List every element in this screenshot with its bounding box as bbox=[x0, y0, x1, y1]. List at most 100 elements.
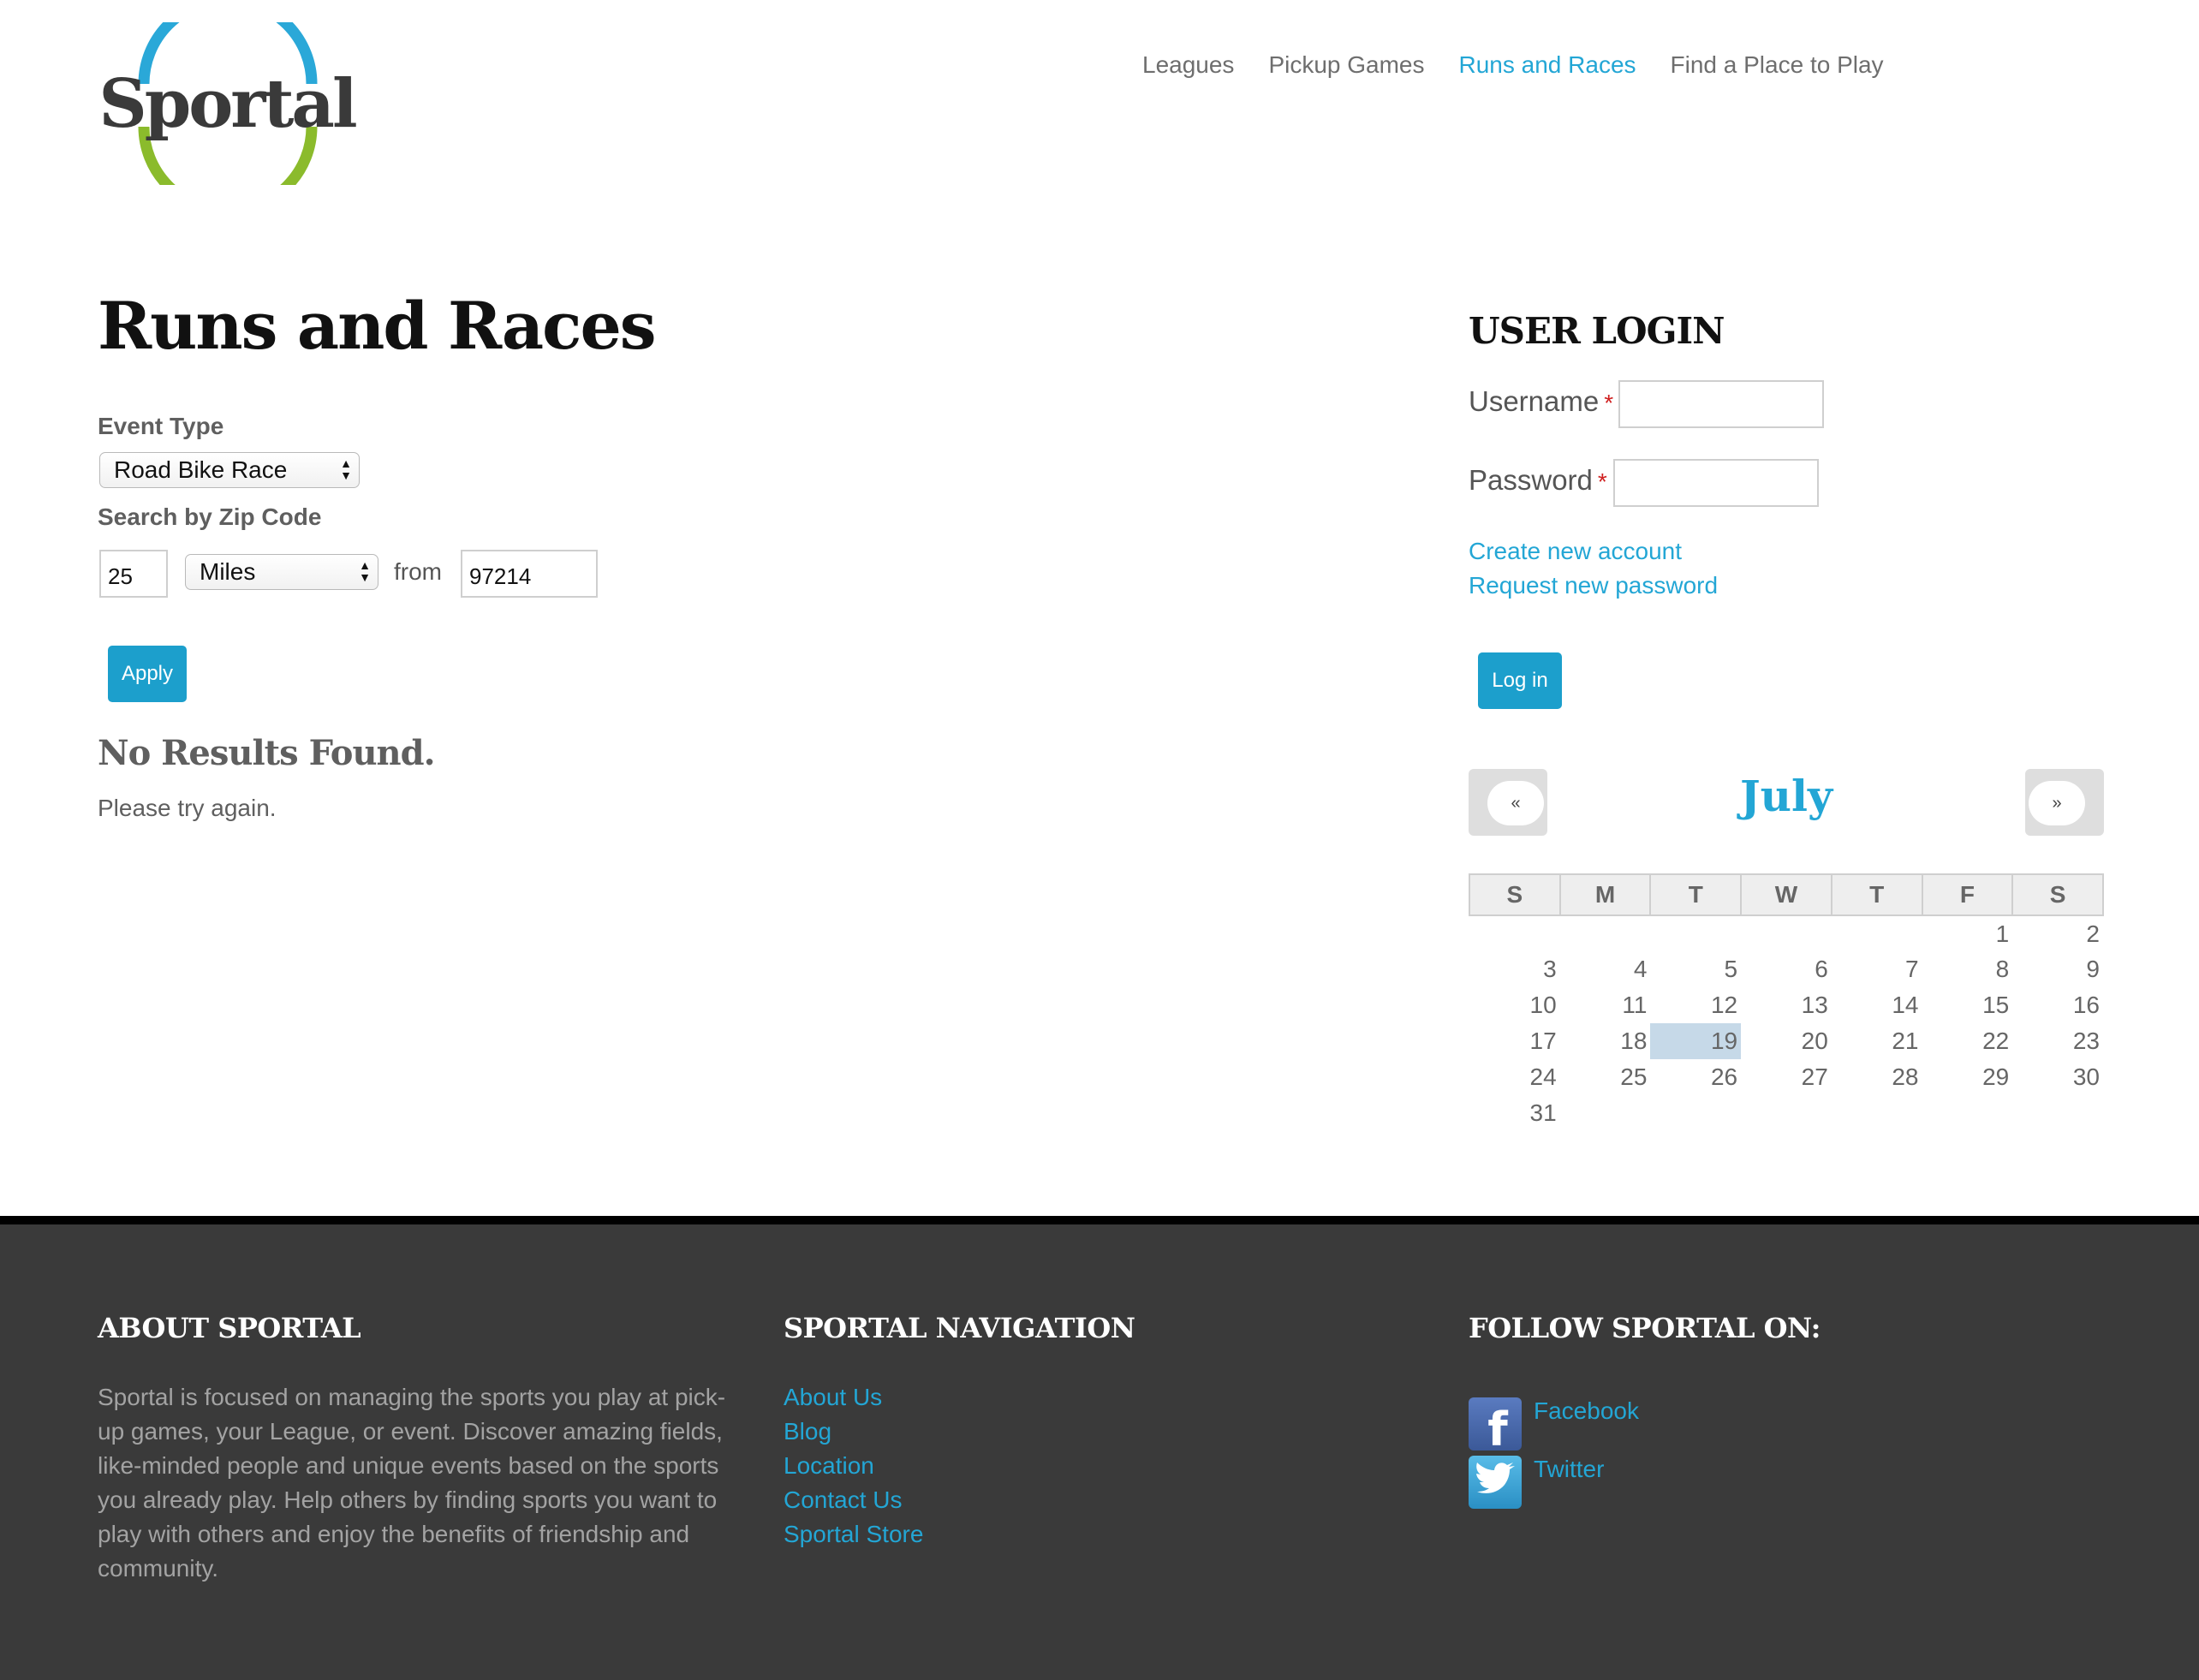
calendar-day[interactable]: 26 bbox=[1650, 1059, 1741, 1095]
about-title: ABOUT SPORTAL bbox=[98, 1312, 361, 1344]
calendar-body: 1 2 3 4 5 6 7 8 9 10 11 12 13 14 15 16 17 18 19 20 21 22 23 24 2… bbox=[1469, 915, 2103, 1131]
unit-select[interactable]: Miles ▲ ▼ bbox=[185, 554, 378, 590]
logo-graphic: Sportal bbox=[98, 22, 356, 185]
about-text: Sportal is focused on managing the sport… bbox=[98, 1384, 726, 1582]
distance-input[interactable]: 25 bbox=[99, 550, 168, 598]
calendar-day[interactable]: 20 bbox=[1741, 1023, 1832, 1059]
distance-value: 25 bbox=[108, 563, 133, 589]
login-button[interactable]: Log in bbox=[1478, 652, 1562, 709]
event-type-select[interactable]: Road Bike Race ▲ ▼ bbox=[99, 452, 360, 488]
calendar-day[interactable]: 12 bbox=[1650, 987, 1741, 1023]
calendar-day[interactable]: 31 bbox=[1469, 1095, 1560, 1131]
calendar-day[interactable]: 22 bbox=[1922, 1023, 2013, 1059]
unit-value: Miles bbox=[200, 558, 256, 585]
calendar-empty-cell bbox=[1832, 1095, 1922, 1131]
calendar-day[interactable]: 17 bbox=[1469, 1023, 1560, 1059]
calendar-day[interactable]: 9 bbox=[2012, 951, 2103, 987]
zip-value: 97214 bbox=[469, 563, 532, 589]
calendar-week-row: 3456789 bbox=[1469, 951, 2103, 987]
calendar-day[interactable]: 21 bbox=[1832, 1023, 1922, 1059]
calendar-week-row: 24 25 26 27 28 29 30 bbox=[1469, 1059, 2103, 1095]
calendar-day[interactable]: 13 bbox=[1741, 987, 1832, 1023]
calendar-day[interactable]: 4 bbox=[1560, 951, 1651, 987]
no-results-title: No Results Found. bbox=[98, 733, 436, 773]
calendar-empty-cell bbox=[1469, 915, 1560, 951]
calendar-empty-cell bbox=[1741, 915, 1832, 951]
calendar-day[interactable]: 8 bbox=[1922, 951, 2013, 987]
username-input[interactable] bbox=[1618, 380, 1824, 428]
calendar-weekdays: S M T W T F S bbox=[1469, 873, 2104, 916]
calendar-day[interactable]: 11 bbox=[1560, 987, 1651, 1023]
zip-search-label: Search by Zip Code bbox=[98, 503, 322, 530]
calendar-empty-cell bbox=[1650, 1095, 1741, 1131]
username-label-text: Username bbox=[1469, 385, 1600, 417]
select-arrows-icon: ▲ ▼ bbox=[340, 456, 352, 482]
create-account-link[interactable]: Create new account bbox=[1469, 538, 1682, 565]
calendar-empty-cell bbox=[1922, 1095, 2013, 1131]
weekday-header: W bbox=[1740, 873, 1832, 916]
footer-link-sportal-store[interactable]: Sportal Store bbox=[784, 1517, 923, 1552]
weekday-header: S bbox=[1469, 873, 1561, 916]
calendar-day[interactable]: 3 bbox=[1469, 951, 1560, 987]
weekday-header: M bbox=[1558, 873, 1652, 916]
nav-runs-and-races[interactable]: Runs and Races bbox=[1459, 51, 1636, 79]
calendar-next-button[interactable]: » bbox=[2025, 769, 2104, 836]
calendar-prev-button[interactable]: « bbox=[1469, 769, 1547, 836]
weekday-header: S bbox=[2011, 873, 2104, 916]
calendar-day[interactable]: 5 bbox=[1650, 951, 1741, 987]
calendar-day[interactable]: 30 bbox=[2012, 1059, 2103, 1095]
nav-leagues[interactable]: Leagues bbox=[1142, 51, 1234, 79]
nav-pickup-games[interactable]: Pickup Games bbox=[1268, 51, 1424, 79]
calendar-month: July bbox=[1739, 771, 1833, 821]
facebook-label: Facebook bbox=[1534, 1397, 1639, 1424]
footer-link-contact-us[interactable]: Contact Us bbox=[784, 1483, 923, 1517]
weekday-header: T bbox=[1649, 873, 1743, 916]
calendar-day[interactable]: 7 bbox=[1832, 951, 1922, 987]
calendar-empty-cell bbox=[1832, 915, 1922, 951]
password-input[interactable] bbox=[1613, 459, 1819, 507]
calendar-day[interactable]: 27 bbox=[1741, 1059, 1832, 1095]
calendar-day[interactable]: 19 bbox=[1650, 1023, 1742, 1059]
facebook-icon: f bbox=[1469, 1397, 1522, 1457]
select-arrows-icon: ▲ ▼ bbox=[359, 558, 371, 584]
password-label: Password * bbox=[1469, 464, 1607, 497]
follow-title: FOLLOW SPORTAL ON: bbox=[1469, 1312, 1821, 1344]
page-title: Runs and Races bbox=[98, 288, 657, 364]
calendar-day[interactable]: 6 bbox=[1741, 951, 1832, 987]
calendar-empty-cell bbox=[2012, 1095, 2103, 1131]
calendar-empty-cell bbox=[1650, 915, 1741, 951]
footer-link-about-us[interactable]: About Us bbox=[784, 1380, 923, 1415]
calendar-day[interactable]: 16 bbox=[2012, 987, 2103, 1023]
next-arrow-icon: » bbox=[2029, 781, 2085, 825]
user-login-title: USER LOGIN bbox=[1469, 310, 1725, 352]
calendar-day[interactable]: 25 bbox=[1560, 1059, 1651, 1095]
sportal-logo[interactable]: Sportal bbox=[98, 22, 356, 185]
logo-text: Sportal bbox=[98, 65, 356, 143]
footer-link-blog[interactable]: Blog bbox=[784, 1415, 923, 1449]
calendar-day[interactable]: 2 bbox=[2012, 915, 2103, 951]
main-nav: Leagues Pickup Games Runs and Races Find… bbox=[1142, 51, 1884, 79]
calendar-day[interactable]: 14 bbox=[1832, 987, 1922, 1023]
nav-find-a-place[interactable]: Find a Place to Play bbox=[1671, 51, 1884, 79]
from-label: from bbox=[394, 558, 442, 585]
calendar-day[interactable]: 23 bbox=[2012, 1023, 2103, 1059]
weekday-header: F bbox=[1921, 873, 2014, 916]
calendar-day[interactable]: 10 bbox=[1469, 987, 1560, 1023]
event-type-value: Road Bike Race bbox=[114, 456, 288, 483]
weekday-header: T bbox=[1830, 873, 1923, 916]
password-label-text: Password bbox=[1469, 464, 1593, 496]
calendar-day[interactable]: 1 bbox=[1922, 915, 2013, 951]
apply-button[interactable]: Apply bbox=[108, 646, 187, 702]
footer-nav-links: About Us Blog Location Contact Us Sporta… bbox=[784, 1380, 923, 1552]
calendar-week-row: 31 bbox=[1469, 1095, 2103, 1131]
calendar-day[interactable]: 28 bbox=[1832, 1059, 1922, 1095]
request-password-link[interactable]: Request new password bbox=[1469, 572, 1718, 599]
svg-text:f: f bbox=[1487, 1403, 1508, 1451]
calendar-day[interactable]: 29 bbox=[1922, 1059, 2013, 1095]
calendar-day[interactable]: 24 bbox=[1469, 1059, 1560, 1095]
calendar-day[interactable]: 15 bbox=[1922, 987, 2013, 1023]
no-results-text: Please try again. bbox=[98, 795, 277, 821]
calendar-day[interactable]: 18 bbox=[1560, 1023, 1651, 1059]
zip-input[interactable]: 97214 bbox=[461, 550, 598, 598]
footer-link-location[interactable]: Location bbox=[784, 1449, 923, 1483]
